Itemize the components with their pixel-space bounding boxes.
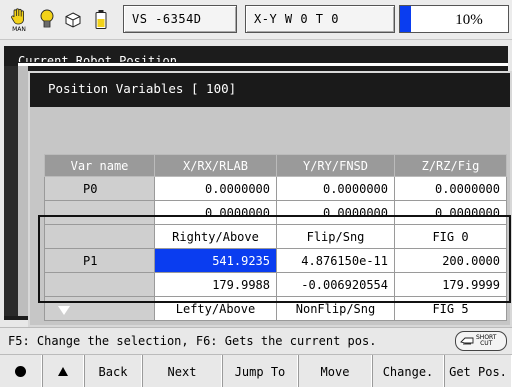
fnsd-value-cell[interactable]: NonFlip/Sng [276, 296, 395, 321]
y-value-cell[interactable]: 0.0000000 [276, 176, 395, 201]
table-header-row: Var name X/RX/RLAB Y/RY/FNSD Z/RZ/Fig [44, 154, 507, 177]
help-message: F5: Change the selection, F6: Gets the c… [8, 334, 377, 348]
var-name-cell[interactable]: P0 [44, 176, 155, 201]
table-row[interactable]: 0.0000000 0.0000000 0.0000000 [44, 200, 507, 225]
column-header-x: X/RX/RLAB [154, 154, 277, 177]
fig-value-cell[interactable]: FIG 0 [394, 224, 507, 249]
dialog-title: Position Variables [ 100] [30, 73, 510, 107]
override-progress: 10% [399, 5, 509, 33]
position-variables-dialog: Position Variables [ 100] Var name X/RX/… [28, 71, 512, 327]
move-button[interactable]: Move [298, 355, 372, 387]
speed-display: VS -6354D [123, 5, 237, 33]
column-header-var-name: Var name [44, 154, 155, 177]
shortcut-label-line2: CUT [480, 340, 493, 347]
y-value-cell[interactable]: 4.876150e-11 [276, 248, 395, 273]
status-bar: MAN VS -6354D X-Y W 0 T 0 10% [0, 0, 512, 40]
progress-fill [400, 6, 411, 32]
fig-value-cell[interactable]: FIG 5 [394, 296, 507, 321]
message-bar: F5: Change the selection, F6: Gets the c… [0, 327, 512, 353]
x-value-cell[interactable]: 0.0000000 [154, 176, 277, 201]
back-button[interactable]: Back [84, 355, 142, 387]
record-button[interactable] [0, 355, 42, 387]
column-header-z: Z/RZ/Fig [394, 154, 507, 177]
fnsd-value-cell[interactable]: Flip/Sng [276, 224, 395, 249]
get-pos-button[interactable]: Get Pos. [444, 355, 512, 387]
coordinate-display: X-Y W 0 T 0 [245, 5, 395, 33]
jump-to-button[interactable]: Jump To [222, 355, 298, 387]
var-name-cell[interactable]: P1 [44, 248, 155, 273]
ry-value-cell[interactable]: -0.006920554 [276, 272, 395, 297]
rx-value-cell[interactable]: 0.0000000 [154, 200, 277, 225]
table-row[interactable]: 179.9988 -0.006920554 179.9999 [44, 272, 507, 297]
dialog-body: Var name X/RX/RLAB Y/RY/FNSD Z/RZ/Fig P0… [30, 107, 510, 325]
function-key-bar: Back Next Jump To Move Change. Get Pos. [0, 354, 512, 387]
shortcut-label: SHORT CUT [476, 335, 496, 347]
var-name-cell[interactable] [44, 272, 155, 297]
battery-indicator [88, 6, 114, 34]
background-window-edge [4, 66, 18, 316]
background-window-strip [18, 63, 508, 66]
hand-icon [11, 8, 24, 25]
manual-mode-indicator[interactable]: MAN [6, 6, 32, 34]
record-dot-icon [15, 366, 26, 377]
rz-value-cell[interactable]: 179.9999 [394, 272, 507, 297]
table-row[interactable]: P1 541.9235 4.876150e-11 200.0000 [44, 248, 507, 273]
background-window-title: Current Robot Position [18, 54, 177, 62]
background-window-side [18, 66, 28, 316]
battery-icon [95, 10, 107, 29]
scroll-down-indicator[interactable] [58, 306, 70, 315]
rlab-value-cell[interactable]: Righty/Above [154, 224, 277, 249]
next-button[interactable]: Next [142, 355, 222, 387]
ry-value-cell[interactable]: 0.0000000 [276, 200, 395, 225]
cube-indicator [60, 6, 86, 34]
rlab-value-cell[interactable]: Lefty/Above [154, 296, 277, 321]
bulb-indicator [34, 6, 60, 34]
bulb-icon [40, 9, 54, 28]
z-value-cell[interactable]: 0.0000000 [394, 176, 507, 201]
column-header-y: Y/RY/FNSD [276, 154, 395, 177]
z-value-cell[interactable]: 200.0000 [394, 248, 507, 273]
rx-value-cell[interactable]: 179.9988 [154, 272, 277, 297]
var-name-cell[interactable] [44, 224, 155, 249]
position-table: Var name X/RX/RLAB Y/RY/FNSD Z/RZ/Fig P0… [44, 154, 507, 321]
shortcut-button[interactable]: SHORT CUT [455, 331, 507, 351]
up-triangle-icon [58, 367, 68, 376]
shortcut-icon [460, 337, 474, 345]
change-button[interactable]: Change. [372, 355, 444, 387]
table-row[interactable]: P0 0.0000000 0.0000000 0.0000000 [44, 176, 507, 201]
x-value-cell-selected[interactable]: 541.9235 [154, 248, 277, 273]
rz-value-cell[interactable]: 0.0000000 [394, 200, 507, 225]
var-name-cell[interactable] [44, 200, 155, 225]
mode-label: MAN [12, 26, 26, 33]
page-up-button[interactable] [42, 355, 84, 387]
table-row[interactable]: Righty/Above Flip/Sng FIG 0 [44, 224, 507, 249]
progress-text: 10% [455, 12, 483, 28]
table-row[interactable]: Lefty/Above NonFlip/Sng FIG 5 [44, 296, 507, 321]
cube-icon [65, 12, 81, 28]
